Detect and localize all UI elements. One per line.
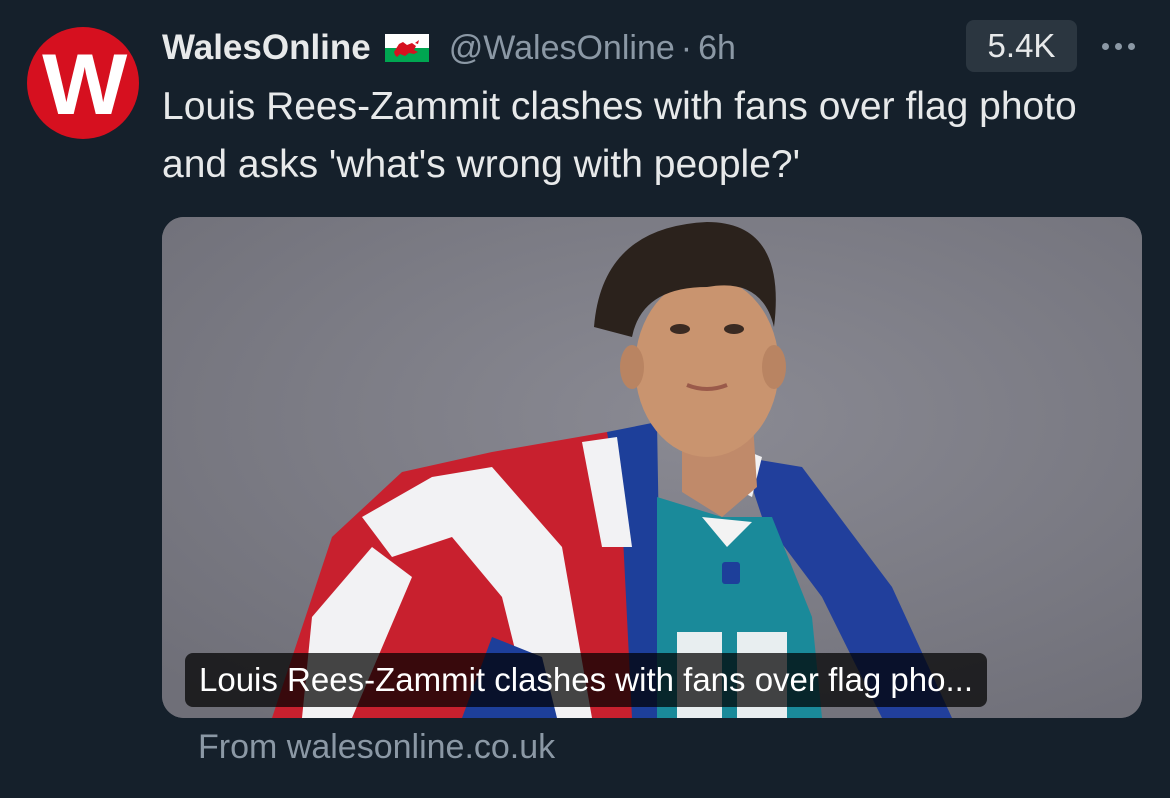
tweet-header: WalesOnline @WalesOnline · 6h	[162, 22, 736, 74]
more-dot	[1127, 42, 1135, 50]
more-button[interactable]	[1094, 28, 1142, 64]
views-count[interactable]: 5.4K	[966, 20, 1077, 72]
more-dots-icon	[1101, 42, 1109, 50]
tweet[interactable]: W WalesOnline @WalesOnline · 6h 5.4K Lou…	[0, 0, 1170, 798]
tweet-text: Louis Rees-Zammit clashes with fans over…	[162, 85, 1077, 186]
card-source[interactable]: From walesonline.co.uk	[198, 728, 555, 767]
author-handle[interactable]: @WalesOnline	[449, 29, 675, 68]
wales-flag-icon	[384, 34, 429, 62]
author-name[interactable]: WalesOnline	[162, 28, 371, 68]
separator-dot: ·	[680, 28, 693, 67]
more-dot	[1114, 42, 1122, 50]
avatar[interactable]: W	[27, 27, 139, 139]
card-image	[162, 217, 1142, 718]
avatar-logo: W	[42, 37, 127, 133]
link-card[interactable]: Louis Rees-Zammit clashes with fans over…	[162, 217, 1142, 718]
card-title[interactable]: Louis Rees-Zammit clashes with fans over…	[185, 653, 988, 707]
timestamp[interactable]: 6h	[698, 29, 736, 68]
